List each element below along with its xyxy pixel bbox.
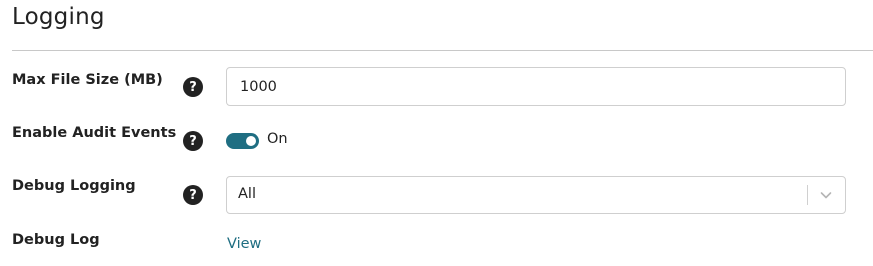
- debug-logging-help-glyph: ?: [189, 187, 197, 203]
- debug-logging-label: Debug Logging: [12, 178, 136, 194]
- question-circle-icon[interactable]: ?: [183, 185, 203, 205]
- max-file-size-help-glyph: ?: [189, 79, 197, 95]
- max-file-size-input[interactable]: [226, 67, 846, 106]
- section-title: Logging: [12, 4, 105, 30]
- debug-log-label: Debug Log: [12, 232, 100, 248]
- chevron-down-icon[interactable]: [819, 188, 833, 202]
- audit-events-help-glyph: ?: [189, 133, 197, 149]
- audit-events-toggle[interactable]: [226, 133, 259, 149]
- question-circle-icon[interactable]: ?: [183, 131, 203, 151]
- section-divider: [12, 50, 873, 51]
- select-separator: [807, 185, 808, 205]
- audit-events-state-label: On: [267, 131, 288, 147]
- toggle-knob: [246, 136, 256, 146]
- max-file-size-label: Max File Size (MB): [12, 72, 163, 88]
- debug-logging-selected-value: All: [238, 186, 256, 202]
- debug-log-view-link[interactable]: View: [227, 236, 261, 252]
- audit-events-label: Enable Audit Events: [12, 125, 177, 141]
- question-circle-icon[interactable]: ?: [183, 77, 203, 97]
- debug-logging-select[interactable]: All: [226, 176, 846, 214]
